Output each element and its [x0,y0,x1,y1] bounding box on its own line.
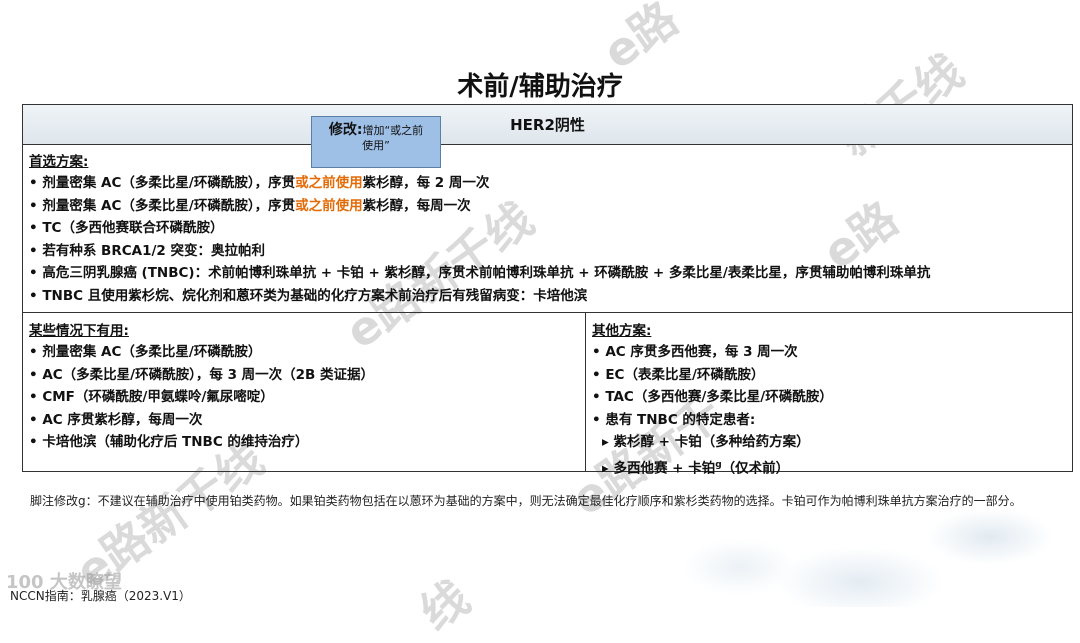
list-item: • AC 序贯多西他赛，每 3 周一次 [592,344,798,360]
list-item: • TC（多西他赛联合环磷酰胺） [29,220,224,236]
list-item: • 患有 TNBC 的特定患者: [592,411,756,428]
preferred-heading: 首选方案: [29,154,89,170]
list-item: • 剂量密集 AC（多柔比星/环磷酰胺），序贯或之前使用紫杉醇，每周一次 [29,197,471,214]
other-section: 其他方案: • AC 序贯多西他赛，每 3 周一次 • EC（表柔比星/环磷酰胺… [586,313,1072,476]
list-item: • EC（表柔比星/环磷酰胺） [592,366,765,383]
list-item: • AC 序贯紫杉醇，每周一次 [29,411,203,428]
list-item: • 剂量密集 AC（多柔比星/环磷酰胺） [29,344,262,360]
list-item: • 若有种系 BRCA1/2 突变：奥拉帕利 [29,242,265,259]
page-title: 术前/辅助治疗 [457,72,623,102]
list-item: • TAC（多西他赛/多柔比星/环磷酰胺） [592,389,833,405]
list-item: • CMF（环磷酰胺/甲氨蝶呤/氟尿嘧啶） [29,389,274,405]
regimen-table: HER2阴性 首选方案: • 剂量密集 AC（多柔比星/环磷酰胺），序贯或之前使… [22,104,1073,476]
watermark: 线 [410,570,480,641]
list-item: • 卡培他滨（辅助化疗后 TNBC 的维持治疗） [29,434,309,450]
list-item: • AC（多柔比星/环磷酰胺），每 3 周一次（2B 类证据） [29,366,375,383]
list-item: • 剂量密集 AC（多柔比星/环磷酰胺），序贯或之前使用紫杉醇，每 2 周一次 [29,175,490,191]
revision-note-text: 使用” [362,139,390,152]
useful-section: 某些情况下有用: • 剂量密集 AC（多柔比星/环磷酰胺） • AC（多柔比星/… [23,313,586,471]
revision-note-label: 修改: [328,122,363,138]
other-heading: 其他方案: [592,323,652,339]
list-item: • TNBC 且使用紫杉烷、烷化剂和蒽环类为基础的化疗方案术前治疗后有残留病变：… [29,287,588,304]
list-subitem: ▸ 紫杉醇 + 卡铂（多种给药方案） [602,434,810,450]
revision-note-text: 增加“或之前 [362,124,424,137]
table-header: HER2阴性 [23,105,1072,145]
list-item: • 高危三阴乳腺癌 (TNBC)：术前帕博利珠单抗 + 卡铂 + 紫杉醇，序贯术… [29,265,931,281]
useful-heading: 某些情况下有用: [29,323,129,339]
preferred-section: 首选方案: • 剂量密集 AC（多柔比星/环磷酰胺），序贯或之前使用紫杉醇，每 … [23,144,1072,313]
revision-note: 修改:增加“或之前 使用” [311,116,441,168]
source-citation: NCCN指南：乳腺癌（2023.V1） [10,589,191,603]
footnote: 脚注修改g：不建议在辅助治疗中使用铂类药物。如果铂类药物包括在以蒽环为基础的方案… [30,494,1022,508]
list-subitem: ▸ 多西他赛 + 卡铂g（仅术前） [602,459,790,477]
